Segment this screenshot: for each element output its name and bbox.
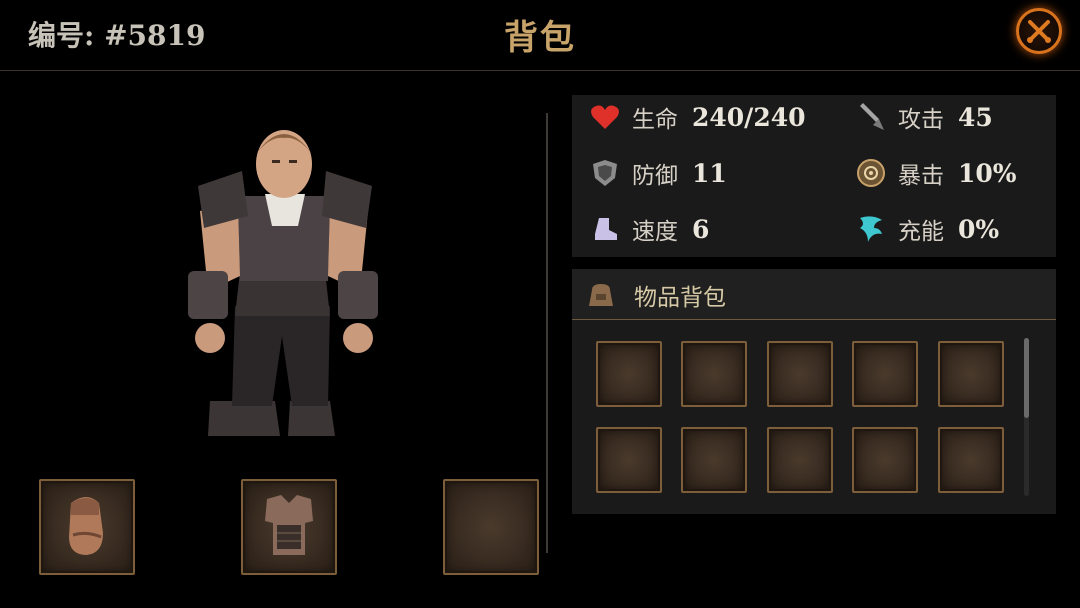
gauntlet-icon: [69, 497, 103, 555]
inventory-slot[interactable]: [767, 427, 833, 493]
inventory-slot[interactable]: [852, 341, 918, 407]
stat-defense: 防御 11: [590, 153, 727, 193]
inventory-slot[interactable]: [938, 341, 1004, 407]
inventory-slot[interactable]: [938, 427, 1004, 493]
inventory-slot[interactable]: [852, 427, 918, 493]
sword-icon: [856, 102, 886, 132]
inventory-scrollbar[interactable]: [1024, 338, 1029, 496]
inventory-header: 物品背包: [572, 269, 1056, 320]
stat-hp: 生命 240/240: [590, 97, 806, 137]
stat-speed: 速度 6: [590, 209, 709, 249]
close-button[interactable]: [1016, 8, 1062, 54]
inventory-slot[interactable]: [767, 341, 833, 407]
inventory-slot[interactable]: [596, 427, 662, 493]
inventory-slot[interactable]: [596, 341, 662, 407]
stat-attack: 攻击 45: [856, 97, 993, 137]
stat-label: 充能: [898, 219, 944, 245]
stat-value: 45: [958, 102, 993, 132]
inventory-slot[interactable]: [681, 341, 747, 407]
equipment-slot-empty[interactable]: [443, 479, 539, 575]
character-model: [180, 116, 390, 446]
header-divider: [0, 70, 1080, 71]
bag-icon: [586, 280, 616, 310]
close-x-icon: [1027, 20, 1051, 43]
chest-armor-icon: [265, 495, 313, 555]
stat-label: 攻击: [898, 107, 944, 133]
inventory-title: 物品背包: [634, 285, 726, 311]
scrollbar-thumb[interactable]: [1024, 338, 1029, 418]
equipment-slot-armor[interactable]: [241, 479, 337, 575]
stat-label: 防御: [632, 163, 678, 189]
stat-value: 6: [692, 214, 710, 244]
boot-icon: [590, 214, 620, 244]
inventory-slot[interactable]: [681, 427, 747, 493]
stat-crit: 暴击 10%: [856, 153, 1017, 193]
stat-energy: 充能 0%: [856, 209, 999, 249]
stat-label: 速度: [632, 219, 678, 245]
page-title: 背包: [504, 18, 576, 58]
crit-icon: [856, 158, 886, 188]
stat-value: 11: [692, 158, 727, 188]
heart-icon: [590, 102, 620, 132]
stat-label: 生命: [632, 107, 678, 133]
stats-panel: 生命 240/240 攻击 45 防御 11 暴击 10% 速度 6 充能 0%: [572, 95, 1056, 257]
equipment-slot-gloves[interactable]: [39, 479, 135, 575]
energy-icon: [856, 214, 886, 244]
shield-icon: [590, 158, 620, 188]
stat-label: 暴击: [898, 163, 944, 189]
stat-value: 10%: [958, 158, 1017, 188]
stat-value: 240/240: [692, 102, 806, 132]
stat-value: 0%: [958, 214, 1000, 244]
panel-divider: [546, 113, 548, 553]
